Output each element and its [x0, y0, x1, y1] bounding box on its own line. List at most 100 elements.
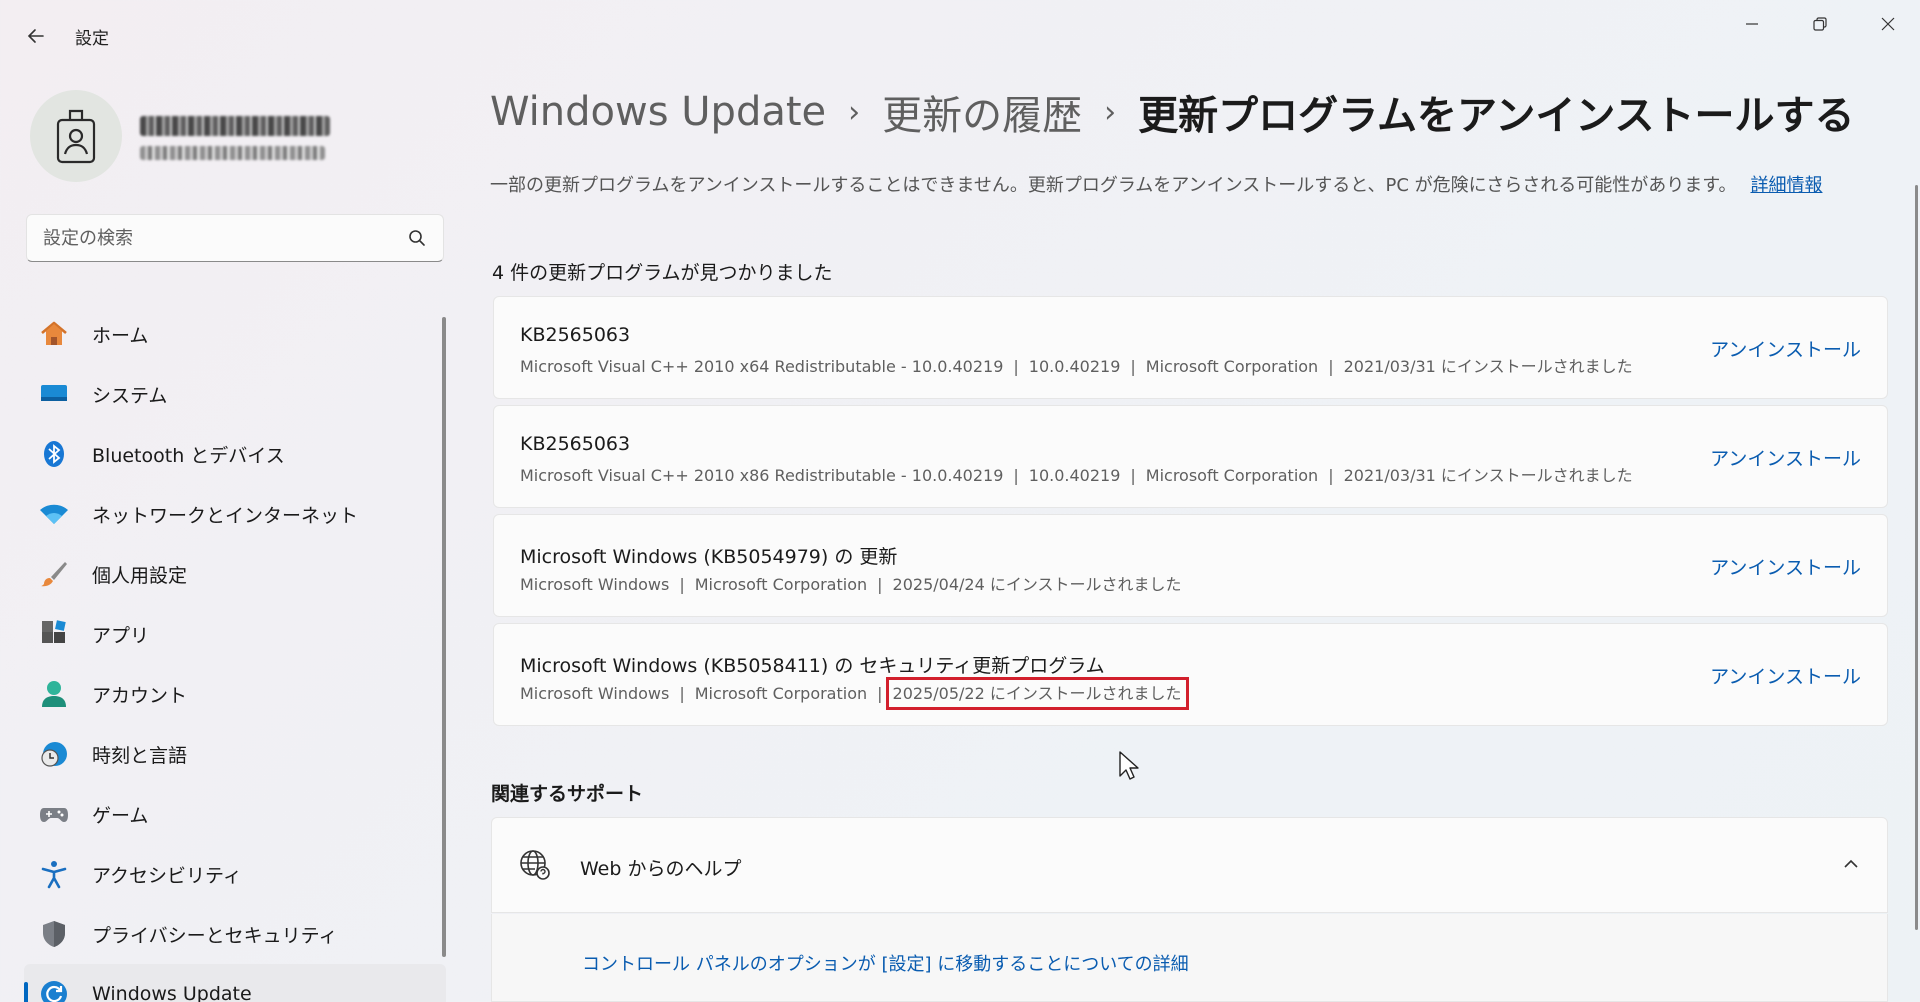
- sidebar-item-personalization[interactable]: 個人用設定: [24, 544, 446, 604]
- update-install-date: 2021/03/31 にインストールされました: [1343, 357, 1633, 376]
- update-details: Microsoft Windows | Microsoft Corporation |…: [520, 575, 1182, 594]
- sidebar-item-label: Bluetooth とデバイス: [92, 444, 285, 467]
- update-install-date: 2021/03/31 にインストールされました: [1343, 466, 1633, 485]
- sidebar-item-accounts[interactable]: アカウント: [24, 664, 446, 724]
- page-title: 更新プログラムをアンインストールする: [1138, 93, 1855, 139]
- sidebar-item-network[interactable]: ネットワークとインターネット: [24, 484, 446, 544]
- settings-search-box[interactable]: [26, 214, 444, 262]
- update-list: KB2565063 Microsoft Visual C++ 2010 x64 …: [493, 296, 1888, 732]
- sidebar-item-label: 個人用設定: [92, 564, 188, 587]
- notice-text: 一部の更新プログラムをアンインストールすることはできません。更新プログラムをアン…: [490, 175, 1737, 196]
- update-item: KB2565063 Microsoft Visual C++ 2010 x86 …: [493, 405, 1888, 508]
- update-title: KB2565063: [520, 433, 631, 455]
- control-panel-info-link[interactable]: コントロール パネルのオプションが [設定] に移動することについての詳細: [582, 950, 1189, 976]
- bluetooth-icon: [38, 438, 70, 470]
- web-help-expander[interactable]: Web からのヘルプ: [491, 817, 1888, 913]
- minimize-button[interactable]: [1718, 0, 1786, 48]
- update-item: Microsoft Windows (KB5058411) の セキュリティ更新…: [493, 623, 1888, 726]
- main-scrollbar[interactable]: [1915, 185, 1918, 930]
- brush-icon: [38, 558, 70, 590]
- sidebar-item-label: ゲーム: [92, 804, 149, 827]
- account-icon: [38, 678, 70, 710]
- sidebar-item-label: プライバシーとセキュリティ: [92, 924, 338, 947]
- update-item: KB2565063 Microsoft Visual C++ 2010 x64 …: [493, 296, 1888, 399]
- accessibility-icon: [38, 858, 70, 890]
- breadcrumb-update-history[interactable]: 更新の履歴: [882, 83, 1082, 141]
- uninstall-button[interactable]: アンインストール: [1710, 335, 1861, 362]
- sidebar-item-label: ネットワークとインターネット: [92, 504, 359, 527]
- sidebar-scrollbar[interactable]: [442, 317, 446, 957]
- apps-icon: [38, 618, 70, 650]
- user-badge-icon: [56, 109, 96, 164]
- minimize-icon: [1746, 23, 1758, 25]
- update-product: Microsoft Visual C++ 2010 x64 Redistribu…: [520, 357, 1004, 376]
- update-publisher: Microsoft Corporation: [694, 575, 868, 594]
- restore-icon: [1813, 17, 1827, 31]
- update-publisher: Microsoft Corporation: [1145, 466, 1319, 485]
- uninstall-button[interactable]: アンインストール: [1710, 553, 1861, 580]
- related-support-heading: 関連するサポート: [491, 783, 644, 805]
- breadcrumb-separator: ›: [1104, 94, 1117, 130]
- update-details: Microsoft Visual C++ 2010 x64 Redistribu…: [520, 357, 1633, 376]
- update-version: 10.0.40219: [1028, 466, 1121, 485]
- system-icon: [38, 378, 70, 410]
- sidebar: ホーム システム Bluetooth とデバイス ネットワークとインターネット …: [0, 72, 448, 1002]
- sidebar-item-label: アプリ: [92, 624, 150, 647]
- breadcrumb-windows-update[interactable]: Windows Update: [490, 89, 826, 135]
- learn-more-link[interactable]: 詳細情報: [1750, 175, 1822, 196]
- sidebar-nav: ホーム システム Bluetooth とデバイス ネットワークとインターネット …: [24, 304, 446, 1002]
- breadcrumb: Windows Update › 更新の履歴 › 更新プログラムをアンインストー…: [490, 82, 1855, 142]
- update-details: Microsoft Visual C++ 2010 x86 Redistribu…: [520, 466, 1633, 485]
- uninstall-button[interactable]: アンインストール: [1710, 662, 1861, 689]
- sidebar-item-accessibility[interactable]: アクセシビリティ: [24, 844, 446, 904]
- back-button[interactable]: [18, 18, 54, 54]
- user-email-blurred: [140, 146, 325, 160]
- update-publisher: Microsoft Corporation: [1145, 357, 1319, 376]
- update-title: Microsoft Windows (KB5058411) の セキュリティ更新…: [520, 655, 1105, 677]
- home-icon: [38, 318, 70, 350]
- sidebar-item-gaming[interactable]: ゲーム: [24, 784, 446, 844]
- breadcrumb-separator: ›: [848, 94, 861, 130]
- update-title: Microsoft Windows (KB5054979) の 更新: [520, 546, 898, 568]
- update-publisher: Microsoft Corporation: [694, 684, 868, 703]
- uninstall-notice: 一部の更新プログラムをアンインストールすることはできません。更新プログラムをアン…: [490, 171, 1822, 197]
- title-bar: 設定: [0, 0, 1920, 72]
- sidebar-item-label: アクセシビリティ: [92, 864, 242, 887]
- sidebar-item-label: システム: [92, 384, 168, 407]
- sidebar-item-apps[interactable]: アプリ: [24, 604, 446, 664]
- sidebar-item-label: アカウント: [92, 684, 188, 707]
- sidebar-item-label: 時刻と言語: [92, 744, 188, 767]
- sidebar-item-windows-update[interactable]: Windows Update: [24, 964, 446, 1002]
- back-arrow-icon: [27, 29, 44, 43]
- close-icon: [1881, 17, 1895, 31]
- update-product: Microsoft Windows: [520, 684, 670, 703]
- update-item: Microsoft Windows (KB5054979) の 更新 Micro…: [493, 514, 1888, 617]
- update-product: Microsoft Visual C++ 2010 x86 Redistribu…: [520, 466, 1004, 485]
- sidebar-item-label: Windows Update: [92, 983, 252, 1002]
- sidebar-item-home[interactable]: ホーム: [24, 304, 446, 364]
- updates-count: 4 件の更新プログラムが見つかりました: [492, 262, 833, 284]
- sidebar-item-system[interactable]: システム: [24, 364, 446, 424]
- update-title: KB2565063: [520, 324, 631, 346]
- uninstall-button[interactable]: アンインストール: [1710, 444, 1861, 471]
- sidebar-item-bluetooth[interactable]: Bluetooth とデバイス: [24, 424, 446, 484]
- chevron-up-icon[interactable]: [1841, 854, 1861, 874]
- close-button[interactable]: [1854, 0, 1920, 48]
- windows-update-icon: [38, 978, 70, 1002]
- avatar[interactable]: [30, 90, 122, 182]
- update-product: Microsoft Windows: [520, 575, 670, 594]
- sidebar-item-privacy-security[interactable]: プライバシーとセキュリティ: [24, 904, 446, 964]
- user-name-blurred: [140, 116, 330, 136]
- time-language-icon: [38, 738, 70, 770]
- update-install-date-highlighted: 2025/05/22 にインストールされました: [885, 677, 1189, 710]
- sidebar-item-time-language[interactable]: 時刻と言語: [24, 724, 446, 784]
- update-install-date: 2025/04/24 にインストールされました: [892, 575, 1182, 594]
- gamepad-icon: [38, 798, 70, 830]
- wifi-icon: [38, 498, 70, 530]
- search-input[interactable]: [43, 225, 383, 251]
- restore-button[interactable]: [1786, 0, 1854, 48]
- update-version: 10.0.40219: [1028, 357, 1121, 376]
- active-indicator: [24, 982, 28, 1002]
- mouse-pointer-icon: [1119, 751, 1139, 780]
- search-icon[interactable]: [407, 228, 427, 248]
